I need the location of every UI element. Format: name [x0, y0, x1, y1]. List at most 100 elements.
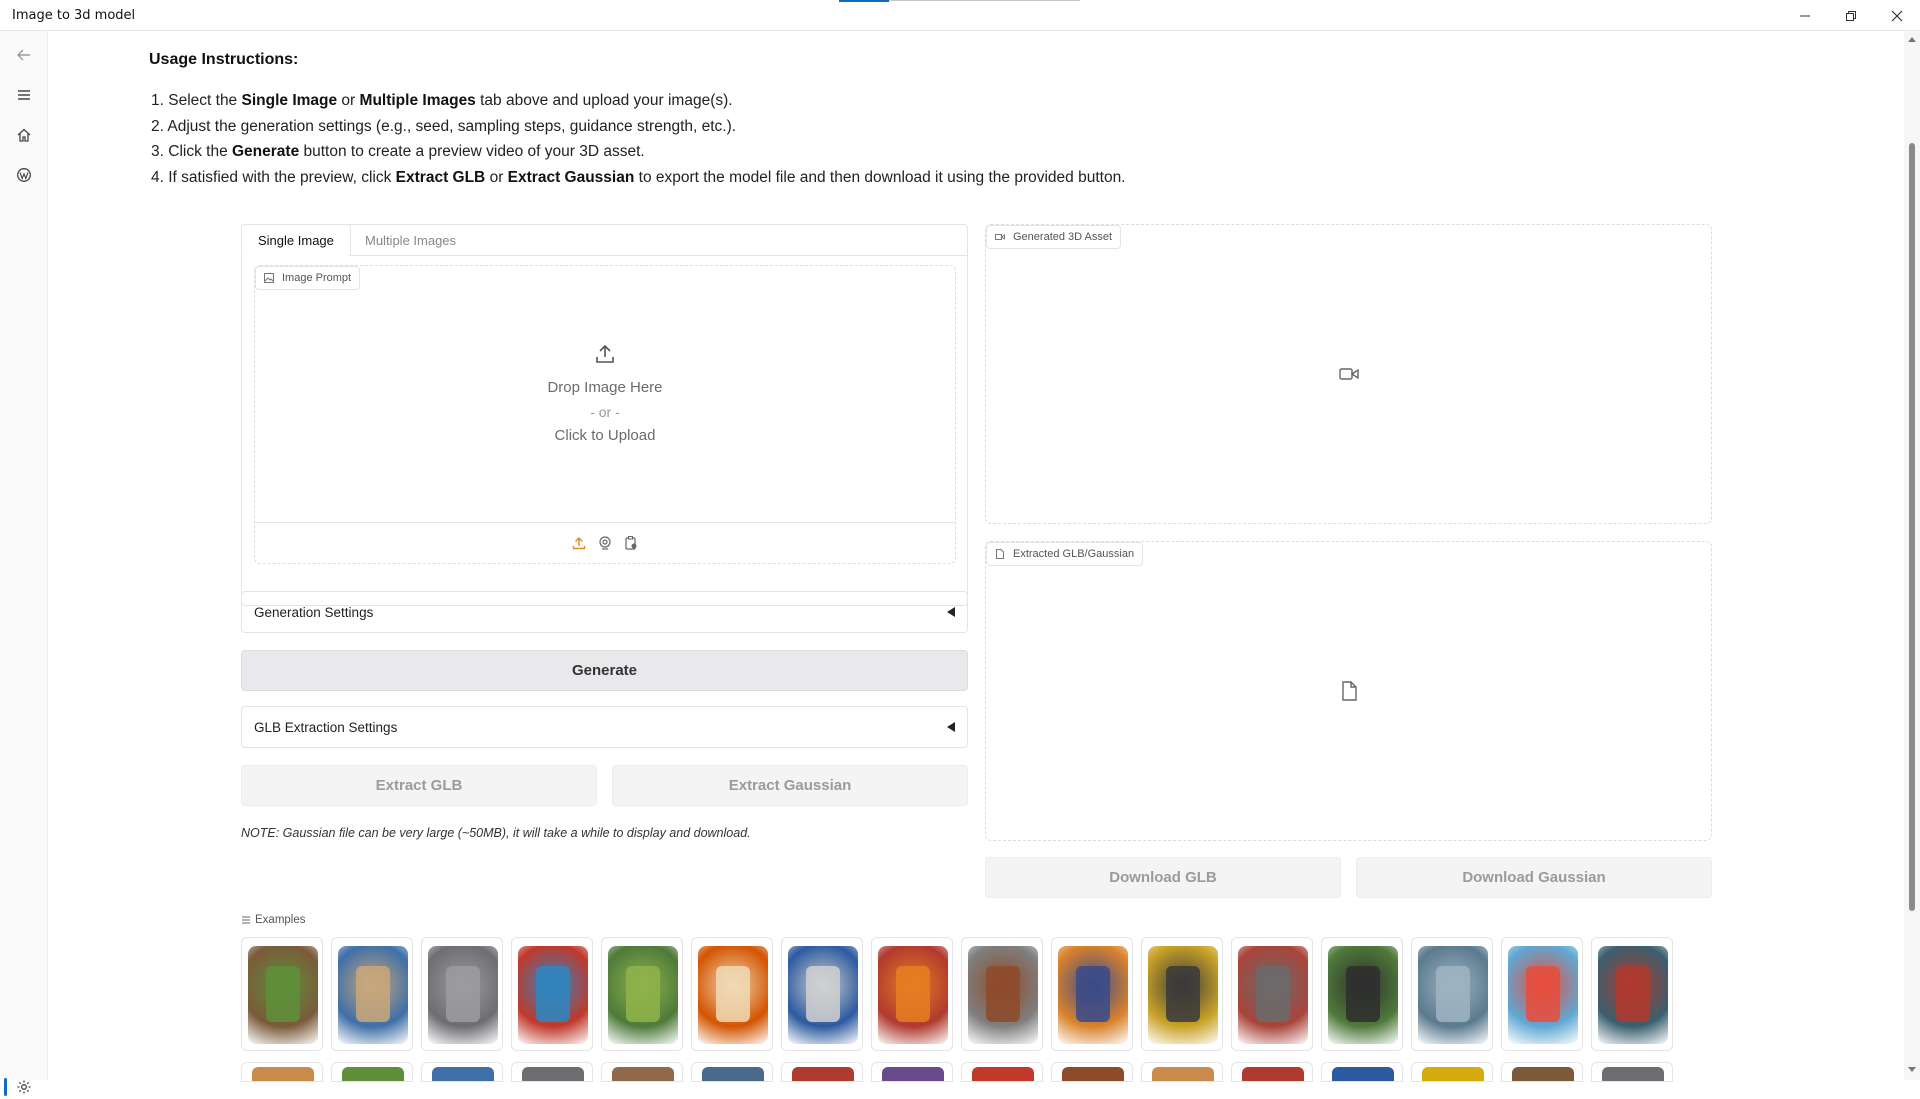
- click-to-upload: Click to Upload: [554, 426, 656, 444]
- drop-area[interactable]: Drop Image Here - or - Click to Upload: [255, 266, 955, 523]
- left-rail: [0, 31, 48, 1096]
- example-thumbnail[interactable]: [241, 1062, 323, 1082]
- example-thumbnail[interactable]: [781, 1062, 863, 1082]
- menu-icon[interactable]: [12, 83, 36, 107]
- image-source-toolbar: [255, 522, 955, 563]
- download-gaussian-button[interactable]: Download Gaussian: [1356, 857, 1712, 898]
- example-mech-crab[interactable]: [1231, 937, 1313, 1051]
- back-arrow-icon[interactable]: [12, 43, 36, 67]
- close-button[interactable]: [1874, 0, 1920, 31]
- example-green-mech[interactable]: [1321, 937, 1403, 1051]
- extract-gaussian-button[interactable]: Extract Gaussian: [612, 765, 968, 806]
- example-image-detail: [446, 966, 480, 1022]
- close-icon: [1891, 10, 1903, 21]
- example-war-elephant[interactable]: [961, 937, 1043, 1051]
- video-placeholder-icon: [1338, 368, 1359, 380]
- usage-title: Usage Instructions:: [149, 51, 299, 68]
- example-satellite[interactable]: [781, 937, 863, 1051]
- example-thumbnail[interactable]: [1321, 1062, 1403, 1082]
- example-tv-robot[interactable]: [1501, 937, 1583, 1051]
- example-thumbnail[interactable]: [1051, 1062, 1133, 1082]
- image-prompt-label: Image Prompt: [255, 266, 361, 290]
- caret-left-icon: [947, 722, 955, 732]
- tab-single-image[interactable]: Single Image: [241, 224, 351, 256]
- image-prompt-dropzone[interactable]: Drop Image Here - or - Click to Upload I…: [254, 265, 956, 564]
- top-scroll-track: [889, 0, 1080, 1]
- example-image-detail: [536, 966, 570, 1022]
- example-image-detail: [266, 966, 300, 1022]
- example-lizard-warrior[interactable]: [1591, 937, 1673, 1051]
- example-thumbnail[interactable]: [1591, 1062, 1673, 1082]
- example-image: [698, 946, 768, 1044]
- caret-left-icon: [947, 607, 955, 617]
- example-image-detail: [1256, 966, 1290, 1022]
- example-image-detail: [356, 966, 390, 1022]
- example-image: [248, 946, 318, 1044]
- example-mayan-pyramid[interactable]: [601, 937, 683, 1051]
- generate-button[interactable]: Generate: [241, 650, 968, 691]
- example-thumbnail[interactable]: [871, 1062, 953, 1082]
- drop-text: Drop Image Here: [547, 378, 663, 396]
- example-image: [338, 946, 408, 1044]
- example-thumbnail[interactable]: [511, 1062, 593, 1082]
- webcam-icon[interactable]: [597, 535, 613, 551]
- window-title: Image to 3d model: [12, 8, 136, 23]
- example-image-detail: [1076, 966, 1110, 1022]
- example-image: [788, 946, 858, 1044]
- glb-extraction-settings-accordion[interactable]: GLB Extraction Settings: [241, 706, 968, 748]
- example-thumbnail[interactable]: [331, 1062, 413, 1082]
- example-thumbnail[interactable]: [601, 1062, 683, 1082]
- example-thumbnail[interactable]: [1501, 1062, 1583, 1082]
- example-thumbnail[interactable]: [1141, 1062, 1223, 1082]
- example-image: [1148, 946, 1218, 1044]
- example-mushroom-house[interactable]: [691, 937, 773, 1051]
- example-image: [1238, 946, 1308, 1044]
- extracted-label: Extracted GLB/Gaussian: [986, 542, 1144, 566]
- example-thumbnail[interactable]: [961, 1062, 1043, 1082]
- example-image-detail: [1346, 966, 1380, 1022]
- example-image-detail: [716, 966, 750, 1022]
- example-blue-building[interactable]: [331, 937, 413, 1051]
- example-red-dragon[interactable]: [871, 937, 953, 1051]
- top-scroll-indicator: [839, 0, 889, 2]
- example-stone-castle[interactable]: [421, 937, 503, 1051]
- video-icon: [995, 234, 1005, 240]
- tabs-divider: [349, 255, 968, 256]
- drop-or: - or -: [590, 403, 620, 420]
- home-icon[interactable]: [12, 123, 36, 147]
- example-image: [428, 946, 498, 1044]
- gaussian-note: NOTE: Gaussian file can be very large (~…: [241, 826, 751, 840]
- example-image: [1508, 946, 1578, 1044]
- example-vine-trellis[interactable]: [241, 937, 323, 1051]
- tab-multiple-images[interactable]: Multiple Images: [349, 224, 472, 256]
- example-thumbnail[interactable]: [691, 1062, 773, 1082]
- download-glb-button[interactable]: Download GLB: [985, 857, 1341, 898]
- generation-settings-label: Generation Settings: [254, 604, 374, 620]
- example-image-detail: [1526, 966, 1560, 1022]
- example-yellow-robot[interactable]: [1141, 937, 1223, 1051]
- example-thumbnail[interactable]: [1411, 1062, 1493, 1082]
- title-bar: Image to 3d model: [0, 0, 1920, 31]
- generation-settings-accordion[interactable]: Generation Settings: [241, 591, 968, 633]
- vertical-scrollbar[interactable]: [1904, 31, 1920, 1080]
- usage-step-4: 4. If satisfied with the preview, click …: [151, 168, 1126, 186]
- restore-button[interactable]: [1828, 0, 1874, 31]
- example-fox-creature[interactable]: [1051, 937, 1133, 1051]
- wordpress-icon[interactable]: [12, 163, 36, 187]
- example-image: [878, 946, 948, 1044]
- example-colorful-house[interactable]: [511, 937, 593, 1051]
- clipboard-icon[interactable]: [623, 535, 639, 551]
- extract-glb-button[interactable]: Extract GLB: [241, 765, 597, 806]
- example-image: [1598, 946, 1668, 1044]
- example-image-detail: [806, 966, 840, 1022]
- scrollbar-thumb[interactable]: [1909, 143, 1915, 911]
- minimize-button[interactable]: [1782, 0, 1828, 31]
- upload-source-icon[interactable]: [571, 535, 587, 551]
- example-thumbnail[interactable]: [1231, 1062, 1313, 1082]
- settings-icon[interactable]: [12, 1075, 36, 1099]
- scroll-down-icon[interactable]: [1908, 1067, 1916, 1072]
- example-thumbnail[interactable]: [421, 1062, 503, 1082]
- file-icon: [996, 549, 1004, 559]
- scroll-up-icon[interactable]: [1908, 37, 1916, 42]
- example-rock-golem[interactable]: [1411, 937, 1493, 1051]
